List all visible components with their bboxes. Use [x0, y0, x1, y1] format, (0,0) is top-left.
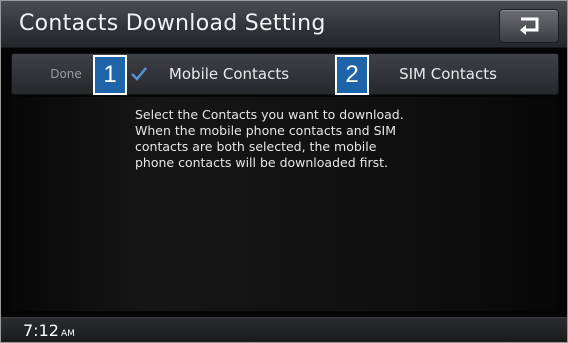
done-label: Done [50, 67, 82, 81]
instruction-line: contacts are both selected, the mobile [135, 139, 377, 154]
clock-ampm: AM [60, 329, 75, 339]
back-button[interactable] [499, 9, 559, 43]
sim-contacts-label: SIM Contacts [399, 65, 497, 83]
clock: 7:12 AM [23, 321, 75, 340]
instruction-line: Select the Contacts you want to download… [135, 107, 404, 122]
instruction-line: phone contacts will be downloaded first. [135, 155, 389, 170]
instruction-line: When the mobile phone contacts and SIM [135, 123, 396, 138]
clock-time: 7:12 [23, 321, 59, 340]
mobile-contacts-tab[interactable]: Mobile Contacts [120, 54, 338, 94]
return-arrow-icon [520, 17, 539, 35]
instruction-text: Select the Contacts you want to download… [135, 107, 505, 171]
callout-badge-1: 1 [93, 55, 127, 95]
callout-badge-2: 2 [335, 55, 369, 95]
content-area: Select the Contacts you want to download… [11, 97, 557, 311]
mobile-contacts-label: Mobile Contacts [168, 65, 290, 83]
page-title: Contacts Download Setting [19, 11, 326, 36]
title-bar: Contacts Download Setting [1, 1, 567, 48]
sim-contacts-tab[interactable]: SIM Contacts [338, 54, 558, 94]
status-bar: 7:12 AM [1, 317, 567, 342]
screen-frame: Contacts Download Setting Done Mobile Co… [0, 0, 568, 343]
